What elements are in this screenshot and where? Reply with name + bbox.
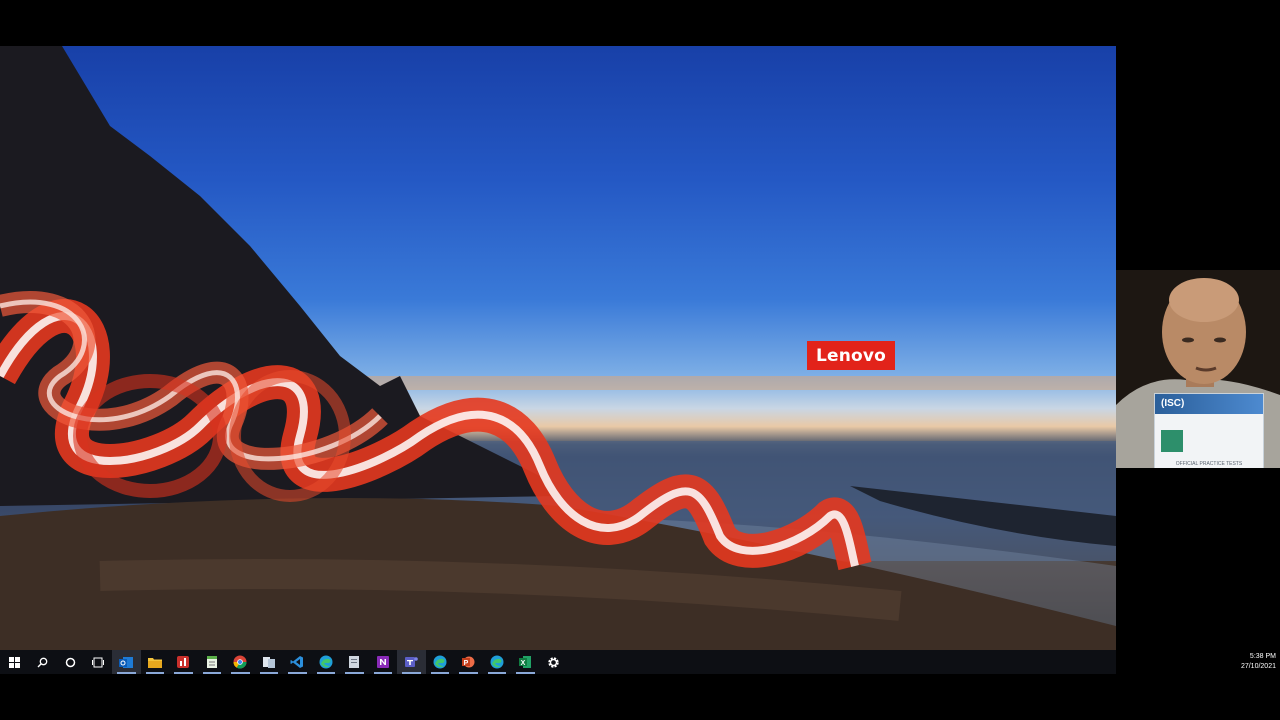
- taskbar-app-vscode[interactable]: [283, 650, 312, 674]
- taskbar-app-document[interactable]: [340, 650, 369, 674]
- book-footer: OFFICIAL PRACTICE TESTS: [1175, 461, 1243, 467]
- edge-icon: [490, 655, 504, 669]
- desktop-wallpaper: Lenovo: [0, 46, 1116, 650]
- start-button[interactable]: [0, 650, 28, 674]
- taskbar-clock[interactable]: 5:38 PM 27/10/2021: [1216, 650, 1276, 676]
- folder-icon: [147, 658, 162, 668]
- webcam-overlay: (ISC) OFFICIAL PRACTICE TESTS: [1116, 270, 1280, 468]
- svg-text:P: P: [464, 660, 469, 667]
- search-button[interactable]: [28, 650, 56, 674]
- taskbar-app-edge-3[interactable]: [483, 650, 512, 674]
- files-icon: [262, 657, 275, 668]
- taskbar-app-excel[interactable]: X: [511, 650, 540, 674]
- clock-time: 5:38 PM: [1249, 653, 1276, 660]
- taskbar-app-files[interactable]: [255, 650, 284, 674]
- wallpaper-scene: [0, 46, 1116, 650]
- lenovo-logo: Lenovo: [807, 341, 895, 370]
- edge-icon: [433, 655, 447, 669]
- taskbar-app-edge-2[interactable]: [426, 650, 455, 674]
- teams-icon: [405, 657, 419, 667]
- document-icon: [349, 656, 360, 668]
- onenote-icon: [376, 656, 389, 668]
- cortana-circle-icon: [65, 657, 75, 667]
- task-view-button[interactable]: [84, 650, 112, 674]
- isc-logo: (ISC): [1161, 398, 1185, 409]
- notepad-icon: [206, 656, 217, 668]
- taskbar-app-edge[interactable]: [312, 650, 341, 674]
- practice-book: (ISC) OFFICIAL PRACTICE TESTS: [1154, 393, 1264, 468]
- taskbar-app-teams[interactable]: [397, 650, 426, 674]
- edge-icon: [319, 655, 333, 669]
- chart-app-icon: [177, 656, 190, 668]
- taskbar-app-notepad[interactable]: [198, 650, 227, 674]
- cissp-badge: [1161, 430, 1183, 452]
- outlook-icon: [119, 656, 134, 668]
- taskbar-app-chrome[interactable]: [226, 650, 255, 674]
- vscode-icon: [290, 656, 304, 668]
- taskbar: P X: [0, 650, 1116, 674]
- taskbar-app-file-explorer[interactable]: [141, 650, 170, 674]
- windows-logo-icon: [8, 656, 20, 668]
- book-header: (ISC): [1155, 394, 1263, 414]
- search-icon: [37, 657, 47, 667]
- clock-date: 27/10/2021: [1240, 663, 1276, 670]
- taskbar-app-powerpoint[interactable]: P: [454, 650, 483, 674]
- taskbar-app-outlook[interactable]: [112, 650, 141, 674]
- chrome-icon: [233, 655, 247, 669]
- taskbar-app-settings[interactable]: [540, 650, 569, 674]
- cortana-button[interactable]: [56, 650, 84, 674]
- taskbar-app-chart[interactable]: [169, 650, 198, 674]
- taskbar-app-onenote[interactable]: [369, 650, 398, 674]
- task-view-icon: [92, 657, 104, 667]
- svg-text:X: X: [521, 660, 526, 667]
- gear-icon: [548, 656, 559, 668]
- excel-icon: X: [519, 656, 532, 668]
- powerpoint-icon: P: [462, 656, 475, 668]
